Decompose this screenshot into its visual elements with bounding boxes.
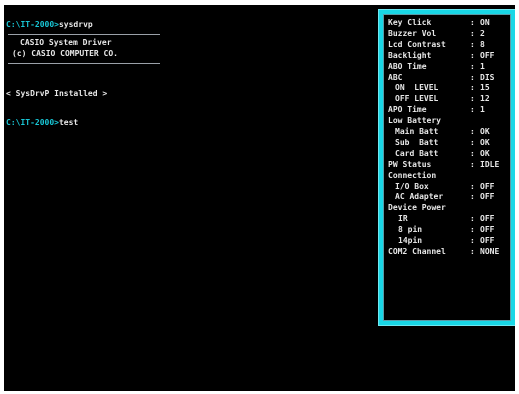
prompt: C:\IT-2000>	[6, 118, 59, 127]
command-line-2: C:\IT-2000>test	[6, 117, 78, 128]
status-label: OFF LEVEL	[395, 94, 439, 104]
status-label: ABC	[388, 72, 403, 82]
status-label: Main Batt	[395, 127, 439, 136]
status-value: DIS	[480, 72, 495, 82]
status-value: OFF	[480, 214, 495, 224]
command-text: test	[58, 118, 79, 127]
status-label: APO Time	[388, 105, 427, 115]
status-row: 8 pin: OFF	[388, 224, 508, 235]
status-label: Key Click	[388, 18, 432, 27]
status-row: PW Status: IDLE	[388, 159, 508, 170]
status-colon: :	[470, 236, 475, 245]
status-row: Main Batt: OK	[388, 126, 508, 137]
status-label: Lcd Contrast	[388, 39, 446, 49]
status-colon: :	[470, 192, 475, 202]
status-row: Card Batt: OK	[388, 148, 508, 159]
status-row: Key Click: ON	[388, 17, 508, 28]
command-text: sysdrvp	[58, 20, 93, 29]
status-label: Buzzer Vol	[388, 28, 437, 38]
console-output: C:\IT-2000>sysdrvp CASIO System Driver (…	[6, 19, 376, 151]
status-row: Device Power	[388, 202, 508, 213]
status-value: 1	[480, 61, 485, 71]
status-value: 2	[480, 28, 485, 38]
status-value: 8	[480, 39, 485, 49]
status-colon: :	[470, 18, 475, 27]
banner-line-2: (c) CASIO COMPUTER CO.	[12, 49, 118, 58]
status-value: OFF	[480, 192, 495, 202]
status-colon: :	[470, 148, 475, 158]
status-value: OFF	[480, 181, 495, 191]
status-row: COM2 Channel: NONE	[388, 246, 508, 257]
system-status-panel: Key Click: ON Buzzer Vol:2 Lcd Contrast:8 Ba…	[379, 10, 515, 325]
status-value: NONE	[480, 246, 500, 256]
status-row: Low Battery	[388, 115, 508, 126]
status-value: 1	[480, 105, 485, 115]
status-label: AC Adapter	[395, 192, 444, 202]
status-row: OFF LEVEL:12	[388, 93, 508, 104]
status-value: OFF	[480, 225, 495, 235]
status-label: Low Battery	[388, 116, 441, 126]
dos-screen: C:\IT-2000>sysdrvp CASIO System Driver (…	[4, 5, 515, 391]
status-label: ON LEVEL	[395, 83, 439, 93]
status-row: ABC: DIS	[388, 72, 508, 83]
status-label: Sub Batt	[395, 137, 439, 147]
status-colon: :	[470, 246, 475, 256]
banner-line-1: CASIO System Driver	[20, 38, 112, 47]
status-label: Connection	[388, 170, 437, 180]
status-colon: :	[470, 105, 475, 115]
prompt: C:\IT-2000>	[6, 20, 59, 29]
status-label: IR	[398, 214, 408, 224]
status-row: ON LEVEL:15	[388, 82, 508, 93]
status-row: I/O Box: OFF	[388, 181, 508, 192]
status-label: I/O Box	[395, 181, 429, 191]
status-row: APO Time:1	[388, 104, 508, 115]
status-colon: :	[470, 61, 475, 71]
status-colon: :	[470, 181, 475, 191]
status-colon: :	[470, 94, 475, 104]
status-row: Buzzer Vol:2	[388, 28, 508, 39]
status-row: Lcd Contrast:8	[388, 39, 508, 50]
status-label: 8 pin	[398, 225, 423, 235]
status-value: IDLE	[480, 159, 500, 169]
status-row: IR: OFF	[388, 213, 508, 224]
status-value: 12	[480, 94, 490, 104]
status-row: Backlight: OFF	[388, 50, 508, 61]
status-value: OFF	[480, 236, 495, 245]
status-label: COM2 Channel	[388, 246, 446, 256]
status-value: 15	[480, 83, 490, 93]
status-value: OK	[480, 148, 490, 158]
status-label: Device Power	[388, 203, 446, 213]
status-colon: :	[470, 83, 475, 93]
banner-rule-bottom	[8, 63, 160, 64]
banner-rule-top	[8, 34, 160, 35]
status-label: Backlight	[388, 50, 432, 60]
status-row: AC Adapter: OFF	[388, 191, 508, 202]
status-colon: :	[470, 72, 475, 82]
status-value: OK	[480, 137, 490, 147]
status-label: 14pin	[398, 236, 423, 245]
status-colon: :	[470, 159, 475, 169]
status-label: Card Batt	[395, 148, 439, 158]
status-label: ABO Time	[388, 61, 427, 71]
status-colon: :	[470, 50, 475, 60]
status-colon: :	[470, 127, 475, 136]
status-value: OFF	[480, 50, 495, 60]
status-label: PW Status	[388, 159, 432, 169]
status-row: ABO Time:1	[388, 61, 508, 72]
status-colon: :	[470, 28, 475, 38]
status-colon: :	[470, 214, 475, 224]
status-row: Sub Batt: OK	[388, 137, 508, 148]
status-value: OK	[480, 127, 490, 136]
status-colon: :	[470, 137, 475, 147]
status-colon: :	[470, 225, 475, 235]
status-row: Connection	[388, 170, 508, 181]
status-row: 14pin: OFF	[388, 235, 508, 246]
installed-message: < SysDrvP Installed >	[6, 89, 108, 98]
command-line-1: C:\IT-2000>sysdrvp	[6, 19, 93, 30]
status-colon: :	[470, 39, 475, 49]
status-value: ON	[480, 18, 490, 27]
